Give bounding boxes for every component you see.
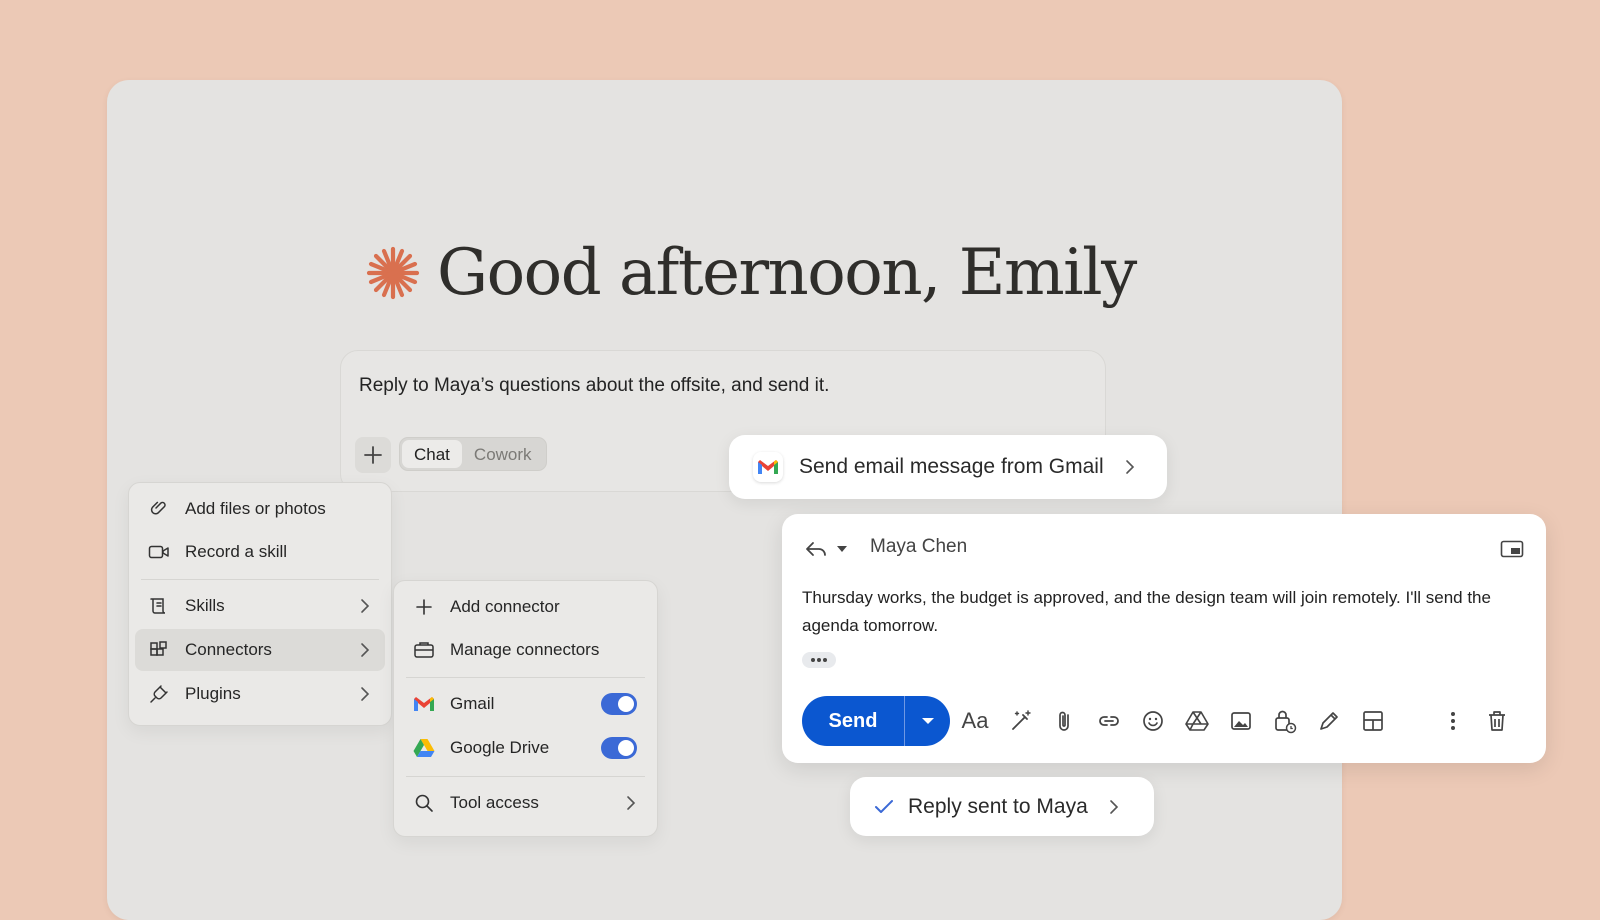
menu-item-add-files[interactable]: Add files or photos (135, 488, 385, 530)
reply-sent-pill[interactable]: Reply sent to Maya (850, 777, 1154, 836)
google-drive-icon (412, 736, 436, 760)
link-icon[interactable] (1096, 708, 1122, 734)
chevron-right-icon (361, 643, 370, 657)
manage-connectors-label: Manage connectors (450, 640, 600, 659)
formatting-options-button[interactable]: Aa (962, 708, 989, 734)
menu-divider (406, 776, 645, 777)
google-drive-insert-icon[interactable] (1184, 708, 1210, 734)
more-options-icon[interactable] (1440, 708, 1466, 734)
send-options-button[interactable] (905, 696, 950, 746)
reply-sent-label: Reply sent to Maya (908, 794, 1088, 818)
chevron-right-icon (627, 796, 636, 810)
greeting-text: Good afternoon, Emily (437, 236, 1137, 310)
gmail-icon (412, 692, 436, 716)
plug-icon (147, 682, 171, 706)
menu-item-record-skill[interactable]: Record a skill (135, 531, 385, 573)
mode-cowork[interactable]: Cowork (462, 440, 544, 468)
connector-google-drive[interactable]: Google Drive (400, 727, 651, 769)
email-compose-card: Maya Chen Thursday works, the budget is … (782, 514, 1546, 763)
signature-pen-icon[interactable] (1316, 708, 1342, 734)
paperclip-icon (147, 497, 171, 521)
menu-item-label: Connectors (185, 640, 272, 659)
caret-down-icon (921, 718, 934, 724)
mode-chat[interactable]: Chat (402, 440, 462, 468)
plus-icon (364, 446, 382, 464)
menu-divider (141, 579, 379, 580)
recipient-name[interactable]: Maya Chen (870, 536, 967, 558)
scroll-icon (147, 594, 171, 618)
menu-item-connectors[interactable]: Connectors (135, 629, 385, 671)
chevron-right-icon (361, 599, 370, 613)
chevron-right-icon (1109, 799, 1118, 814)
mode-toggle[interactable]: Chat Cowork (399, 437, 547, 471)
attach-icon[interactable] (1052, 708, 1078, 734)
manage-connectors-item[interactable]: Manage connectors (400, 629, 651, 671)
menu-item-label: Record a skill (185, 542, 288, 561)
magic-write-icon[interactable] (1008, 708, 1034, 734)
delete-draft-icon[interactable] (1484, 708, 1510, 734)
chevron-right-icon (361, 687, 370, 701)
greeting: Good afternoon, Emily (365, 228, 1137, 318)
briefcase-icon (412, 638, 436, 662)
tool-access-item[interactable]: Tool access (400, 782, 651, 824)
more-horizontal-icon (811, 658, 827, 662)
search-icon (412, 791, 436, 815)
send-button[interactable]: Send (802, 696, 950, 746)
show-trimmed-content-button[interactable] (802, 652, 836, 668)
connectors-submenu: Add connector Manage connectors Gmail Go… (393, 580, 658, 837)
gmail-label: Gmail (450, 694, 495, 713)
prompt-text[interactable]: Reply to Maya’s questions about the offs… (359, 375, 829, 397)
reply-icon[interactable] (804, 540, 828, 558)
video-camera-icon (147, 540, 171, 564)
menu-item-skills[interactable]: Skills (135, 585, 385, 627)
add-connector-label: Add connector (450, 597, 560, 616)
tool-access-label: Tool access (450, 793, 539, 812)
menu-item-label: Plugins (185, 684, 241, 703)
email-body[interactable]: Thursday works, the budget is approved, … (802, 584, 1522, 640)
plus-icon (412, 595, 436, 619)
popout-icon[interactable] (1500, 540, 1524, 558)
connector-gmail[interactable]: Gmail (400, 683, 651, 725)
tool-call-label: Send email message from Gmail (799, 455, 1104, 478)
add-button[interactable] (355, 437, 391, 473)
layout-template-icon[interactable] (1360, 708, 1386, 734)
connector-grid-icon (147, 638, 171, 662)
gmail-icon (753, 452, 783, 482)
menu-item-label: Skills (185, 596, 225, 615)
google-drive-label: Google Drive (450, 738, 550, 757)
chevron-right-icon (1125, 460, 1134, 474)
add-connector-item[interactable]: Add connector (400, 586, 651, 628)
checkmark-icon (875, 799, 893, 813)
menu-divider (406, 677, 645, 678)
gmail-toggle[interactable] (601, 693, 637, 715)
confidential-mode-icon[interactable] (1272, 708, 1298, 734)
insert-photo-icon[interactable] (1228, 708, 1254, 734)
menu-item-plugins[interactable]: Plugins (135, 673, 385, 715)
sparkle-logo-icon (366, 246, 420, 300)
attach-menu: Add files or photos Record a skill Skill… (128, 482, 392, 726)
send-label: Send (828, 709, 878, 732)
google-drive-toggle[interactable] (601, 737, 637, 759)
menu-item-label: Add files or photos (185, 499, 326, 518)
emoji-icon[interactable] (1140, 708, 1166, 734)
tool-call-pill[interactable]: Send email message from Gmail (729, 435, 1167, 499)
caret-down-icon[interactable] (836, 544, 848, 554)
